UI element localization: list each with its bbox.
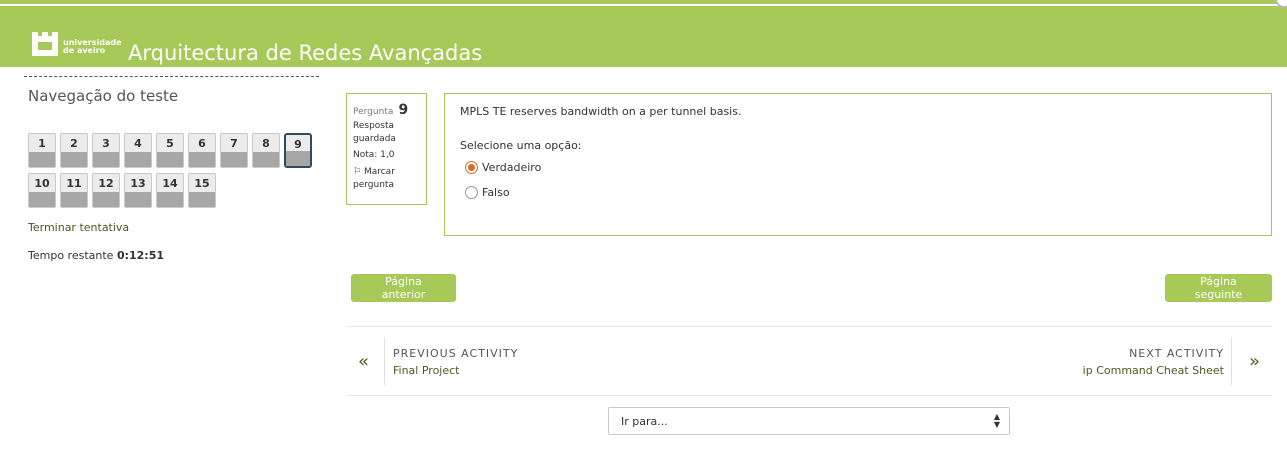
question-button-6[interactable]: 6 [188,133,216,168]
option-true-label[interactable]: Verdadeiro [482,161,541,174]
previous-activity-link[interactable]: Final Project [393,364,459,377]
question-button-5[interactable]: 5 [156,133,184,168]
select-caret-icon: ▲ ▼ [993,412,1000,429]
question-answered-indicator [189,192,215,207]
answer-prompt: Selecione uma opção: [460,139,582,152]
flag-question-link[interactable]: ⚐ Marcar pergunta [353,166,420,192]
next-activity-label: NEXT ACTIVITY [1129,347,1224,360]
question-state: Resposta guardada [353,121,396,144]
question-answered-indicator [29,192,55,207]
question-button-number: 15 [194,177,210,190]
question-answered-indicator [93,152,119,167]
question-button-15[interactable]: 15 [188,173,216,208]
question-answered-indicator [29,152,55,167]
question-button-14[interactable]: 14 [156,173,184,208]
question-number: 9 [398,102,409,118]
question-button-number: 9 [294,138,302,151]
question-button-8[interactable]: 8 [252,133,280,168]
university-logo[interactable]: universidade de aveiro [30,30,122,62]
option-false-label[interactable]: Falso [482,186,510,199]
next-page-button[interactable]: Página seguinte [1165,274,1272,302]
jump-to-value: Ir para... [621,415,668,428]
question-answered-indicator [189,152,215,167]
question-answered-indicator [125,192,151,207]
flag-icon: ⚐ [353,167,362,177]
site-header: universidade de aveiro Arquitectura de R… [0,6,1287,67]
question-answered-indicator [157,152,183,167]
question-label: Pergunta [353,107,394,117]
radio-false[interactable] [465,186,478,199]
jump-to-select[interactable]: Ir para... ▲ ▼ [608,407,1010,435]
question-answered-indicator [93,192,119,207]
question-content: MPLS TE reserves bandwidth on a per tunn… [444,93,1272,236]
finish-attempt-link[interactable]: Terminar tentativa [28,221,129,234]
question-button-9[interactable]: 9 [284,133,312,168]
previous-activity-label: PREVIOUS ACTIVITY [393,347,519,360]
question-button-13[interactable]: 13 [124,173,152,208]
next-activity-link[interactable]: ip Command Cheat Sheet [1083,364,1224,377]
question-button-number: 10 [34,177,50,190]
question-button-7[interactable]: 7 [220,133,248,168]
course-title[interactable]: Arquitectura de Redes Avançadas [128,41,482,65]
question-button-number: 11 [66,177,82,190]
question-button-11[interactable]: 11 [60,173,88,208]
question-answered-indicator [125,152,151,167]
question-answered-indicator [221,152,247,167]
question-button-number: 12 [98,177,114,190]
question-info-box: Pergunta 9 Resposta guardada Nota: 1,0 ⚐… [346,93,427,205]
question-button-10[interactable]: 10 [28,173,56,208]
quiz-navigation-title: Navegação do teste [28,87,179,105]
question-button-number: 4 [134,137,142,150]
question-button-number: 1 [38,137,46,150]
time-remaining-value: 0:12:51 [116,249,165,262]
university-logo-icon [32,32,58,56]
question-button-number: 2 [70,137,78,150]
next-activity-arrow-icon[interactable]: » [1249,351,1260,372]
question-button-number: 13 [130,177,146,190]
question-button-number: 8 [262,137,270,150]
previous-activity-arrow-icon[interactable]: « [358,351,369,372]
logo-line-2: de aveiro [63,46,106,55]
activity-navigation: « PREVIOUS ACTIVITY Final Project NEXT A… [346,326,1272,396]
question-answered-indicator [61,192,87,207]
question-answered-indicator [253,152,279,167]
question-button-number: 14 [162,177,178,190]
question-text: MPLS TE reserves bandwidth on a per tunn… [460,105,742,118]
logo-text: universidade de aveiro [63,39,122,55]
question-answered-indicator [61,152,87,167]
previous-activity-divider [384,337,385,385]
question-button-2[interactable]: 2 [60,133,88,168]
radio-true[interactable] [465,161,478,174]
question-button-number: 3 [102,137,110,150]
time-remaining: Tempo restante 0:12:51 [28,249,164,262]
nav-separator [24,76,319,77]
question-button-1[interactable]: 1 [28,133,56,168]
question-button-number: 7 [230,137,238,150]
question-button-12[interactable]: 12 [92,173,120,208]
question-button-number: 5 [166,137,174,150]
question-button-4[interactable]: 4 [124,133,152,168]
question-answered-indicator [286,151,310,166]
time-remaining-label: Tempo restante [28,249,114,262]
question-grade: Nota: 1,0 [353,150,395,160]
question-answered-indicator [157,192,183,207]
question-button-number: 6 [198,137,206,150]
question-button-3[interactable]: 3 [92,133,120,168]
previous-page-button[interactable]: Página anterior [351,274,456,302]
next-activity-divider [1231,337,1232,385]
